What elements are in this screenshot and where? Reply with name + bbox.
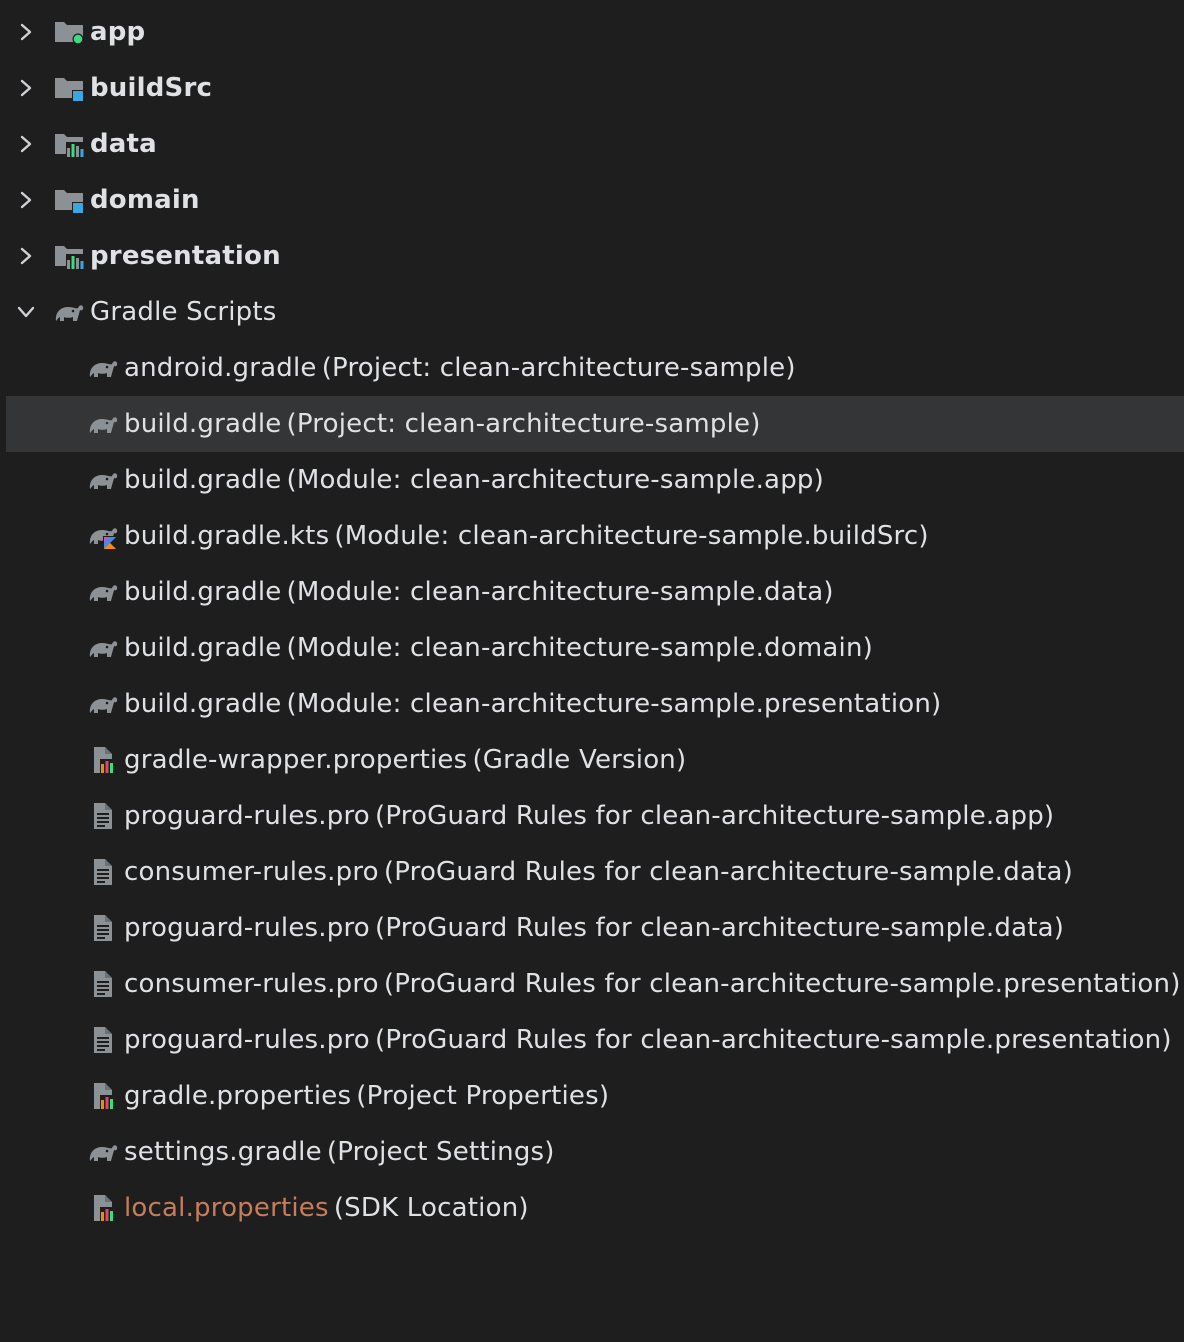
module-name: buildSrc <box>90 73 213 103</box>
text-file-icon <box>86 913 120 943</box>
chevron-right-icon[interactable] <box>0 60 52 116</box>
tree-item-file[interactable]: local.properties (SDK Location) <box>0 1180 1184 1236</box>
text-file-icon <box>86 857 120 887</box>
tree-item-file[interactable]: consumer-rules.pro (ProGuard Rules for c… <box>0 844 1184 900</box>
gradle-kotlin-file-icon <box>86 521 120 551</box>
file-name: build.gradle <box>124 633 282 663</box>
module-folder-icon <box>52 185 86 215</box>
file-hint: (Module: clean-architecture-sample.domai… <box>286 633 873 663</box>
file-name: proguard-rules.pro <box>124 801 370 831</box>
text-file-icon <box>86 969 120 999</box>
file-hint: (ProGuard Rules for clean-architecture-s… <box>374 913 1065 943</box>
properties-file-icon <box>86 1193 120 1223</box>
gradle-file-icon <box>86 353 120 383</box>
file-hint: (ProGuard Rules for clean-architecture-s… <box>383 969 1181 999</box>
chevron-right-icon[interactable] <box>0 116 52 172</box>
tree-item-presentation[interactable]: presentation <box>0 228 1184 284</box>
tree-item-file-selected[interactable]: build.gradle (Project: clean-architectur… <box>6 396 1184 452</box>
file-hint: (Module: clean-architecture-sample.build… <box>334 521 929 551</box>
tree-item-app[interactable]: app <box>0 4 1184 60</box>
file-hint: (Project: clean-architecture-sample) <box>321 353 796 383</box>
file-name-ignored: local.properties <box>124 1193 329 1223</box>
module-name: app <box>90 17 146 47</box>
gradle-file-icon <box>86 633 120 663</box>
tree-item-file[interactable]: proguard-rules.pro (ProGuard Rules for c… <box>0 1012 1184 1068</box>
tree-item-file[interactable]: build.gradle (Module: clean-architecture… <box>0 676 1184 732</box>
file-hint: (ProGuard Rules for clean-architecture-s… <box>374 1025 1172 1055</box>
file-name: build.gradle <box>124 689 282 719</box>
file-name: build.gradle <box>124 577 282 607</box>
module-name: domain <box>90 185 200 215</box>
chevron-down-icon[interactable] <box>0 284 52 340</box>
gradle-file-icon <box>86 577 120 607</box>
file-hint: (ProGuard Rules for clean-architecture-s… <box>383 857 1073 887</box>
file-hint: (Gradle Version) <box>472 745 687 775</box>
chevron-right-icon[interactable] <box>0 228 52 284</box>
file-name: proguard-rules.pro <box>124 913 370 943</box>
tree-item-file[interactable]: build.gradle (Module: clean-architecture… <box>0 452 1184 508</box>
tree-item-domain[interactable]: domain <box>0 172 1184 228</box>
module-folder-icon <box>52 73 86 103</box>
gradle-elephant-icon <box>52 297 86 327</box>
file-hint: (Project: clean-architecture-sample) <box>286 409 761 439</box>
project-tree: app buildSrc data domain presentation Gr… <box>0 4 1184 1236</box>
chevron-right-icon[interactable] <box>0 172 52 228</box>
properties-file-icon <box>86 1081 120 1111</box>
library-module-folder-icon <box>52 241 86 271</box>
file-hint: (Module: clean-architecture-sample.prese… <box>286 689 942 719</box>
file-name: proguard-rules.pro <box>124 1025 370 1055</box>
file-hint: (Module: clean-architecture-sample.data) <box>286 577 834 607</box>
file-hint: (Project Properties) <box>356 1081 610 1111</box>
file-name: build.gradle <box>124 465 282 495</box>
file-hint: (ProGuard Rules for clean-architecture-s… <box>374 801 1055 831</box>
file-hint: (Module: clean-architecture-sample.app) <box>286 465 824 495</box>
gradle-file-icon <box>86 465 120 495</box>
chevron-right-icon[interactable] <box>0 4 52 60</box>
tree-item-data[interactable]: data <box>0 116 1184 172</box>
tree-item-file[interactable]: build.gradle (Module: clean-architecture… <box>0 564 1184 620</box>
tree-item-file[interactable]: consumer-rules.pro (ProGuard Rules for c… <box>0 956 1184 1012</box>
text-file-icon <box>86 1025 120 1055</box>
file-name: build.gradle.kts <box>124 521 330 551</box>
tree-item-file[interactable]: android.gradle (Project: clean-architect… <box>0 340 1184 396</box>
tree-item-file[interactable]: gradle.properties (Project Properties) <box>0 1068 1184 1124</box>
group-label: Gradle Scripts <box>90 297 277 327</box>
library-module-folder-icon <box>52 129 86 159</box>
file-name: consumer-rules.pro <box>124 969 379 999</box>
text-file-icon <box>86 801 120 831</box>
tree-item-buildsrc[interactable]: buildSrc <box>0 60 1184 116</box>
file-name: settings.gradle <box>124 1137 322 1167</box>
gradle-file-icon <box>86 1137 120 1167</box>
gradle-file-icon <box>86 689 120 719</box>
tree-item-file[interactable]: settings.gradle (Project Settings) <box>0 1124 1184 1180</box>
file-name: consumer-rules.pro <box>124 857 379 887</box>
tree-item-file[interactable]: gradle-wrapper.properties (Gradle Versio… <box>0 732 1184 788</box>
tree-item-gradle-scripts[interactable]: Gradle Scripts <box>0 284 1184 340</box>
file-hint: (Project Settings) <box>326 1137 555 1167</box>
android-module-folder-icon <box>52 17 86 47</box>
file-name: android.gradle <box>124 353 317 383</box>
gradle-file-icon <box>86 409 120 439</box>
tree-item-file[interactable]: proguard-rules.pro (ProGuard Rules for c… <box>0 788 1184 844</box>
tree-item-file[interactable]: proguard-rules.pro (ProGuard Rules for c… <box>0 900 1184 956</box>
tree-item-file[interactable]: build.gradle.kts (Module: clean-architec… <box>0 508 1184 564</box>
module-name: data <box>90 129 157 159</box>
file-name: build.gradle <box>124 409 282 439</box>
file-hint: (SDK Location) <box>333 1193 529 1223</box>
file-name: gradle-wrapper.properties <box>124 745 468 775</box>
file-name: gradle.properties <box>124 1081 352 1111</box>
tree-item-file[interactable]: build.gradle (Module: clean-architecture… <box>0 620 1184 676</box>
module-name: presentation <box>90 241 281 271</box>
properties-file-icon <box>86 745 120 775</box>
